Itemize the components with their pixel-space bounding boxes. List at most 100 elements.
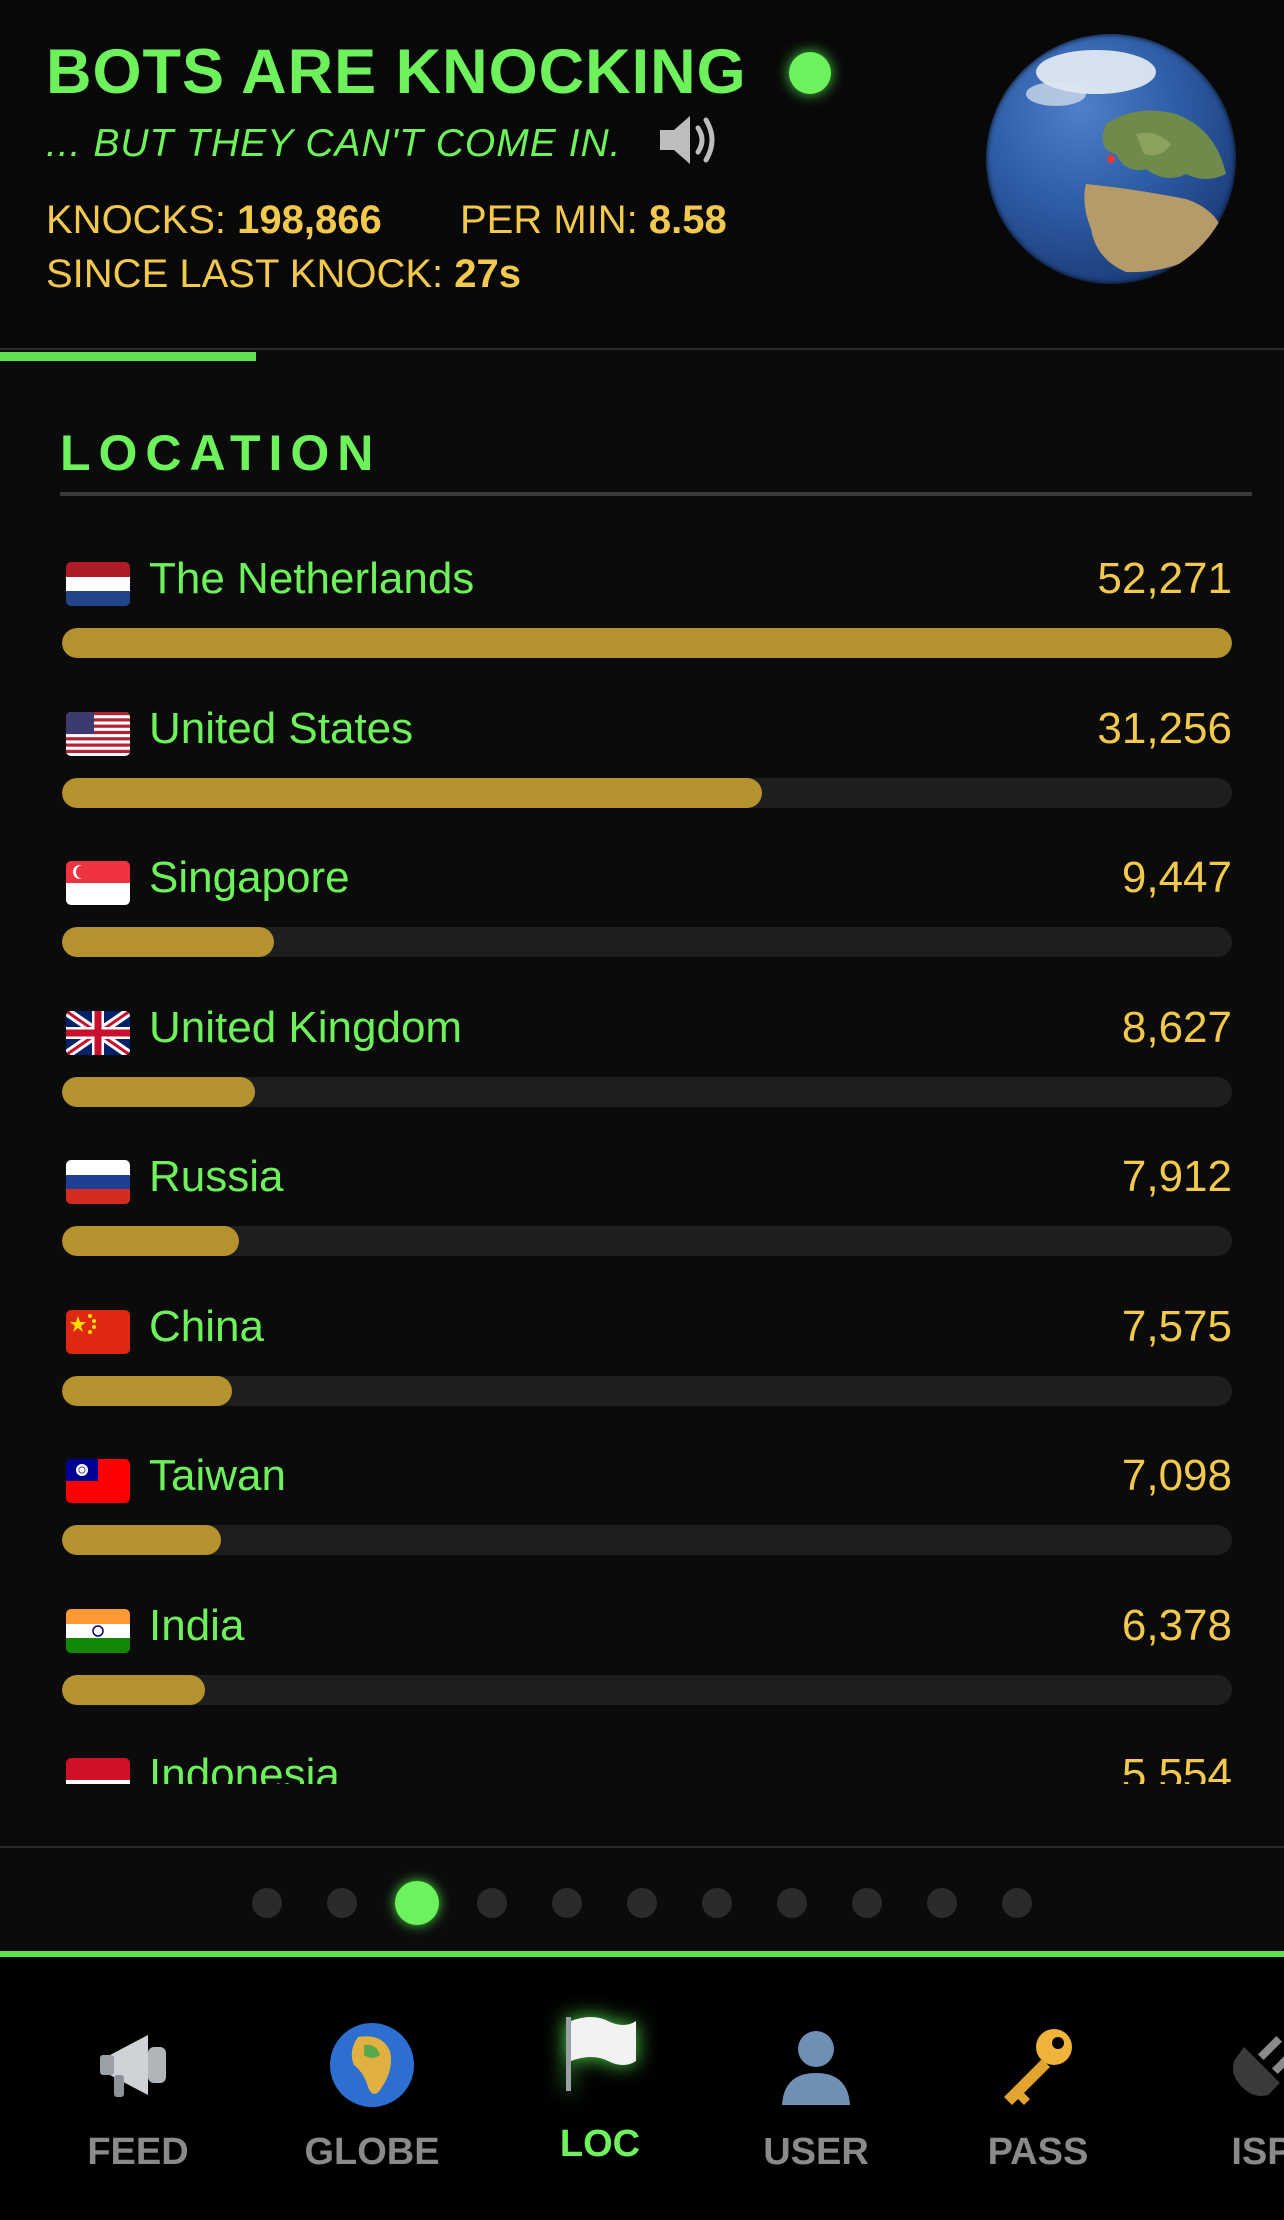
live-status-dot bbox=[789, 52, 831, 94]
country-name: Taiwan bbox=[149, 1451, 286, 1500]
tab-user[interactable]: USER bbox=[716, 1957, 916, 2220]
location-row[interactable]: Taiwan 7,098 bbox=[0, 1437, 1284, 1587]
knock-count: 7,575 bbox=[1121, 1301, 1232, 1351]
tab-label: FEED bbox=[87, 2131, 189, 2173]
page-dot[interactable] bbox=[627, 1888, 657, 1918]
knock-count: 31,256 bbox=[1097, 703, 1232, 753]
knocks-value: 198,866 bbox=[237, 198, 382, 242]
megaphone-icon bbox=[90, 2017, 186, 2113]
knock-count: 9,447 bbox=[1121, 853, 1232, 902]
country-name: Russia bbox=[149, 1152, 284, 1201]
per-min-value: 8.58 bbox=[648, 198, 727, 242]
tab-loc[interactable]: LOC bbox=[500, 1957, 700, 2220]
tab-isp[interactable]: ISP bbox=[1162, 1957, 1284, 2220]
page-dot[interactable] bbox=[552, 1888, 582, 1918]
share-bar-track bbox=[62, 1076, 1232, 1107]
plug-icon bbox=[1214, 2017, 1284, 2113]
share-bar-track bbox=[62, 1674, 1232, 1705]
knock-count: 7,098 bbox=[1121, 1451, 1232, 1500]
tab-label: PASS bbox=[987, 2131, 1089, 2173]
since-label: SINCE LAST KNOCK: bbox=[46, 252, 444, 296]
knock-count: 6,378 bbox=[1121, 1600, 1232, 1650]
tab-label: LOC bbox=[559, 2123, 641, 2165]
location-row[interactable]: Indonesia 5,554 bbox=[0, 1736, 1284, 1784]
globe-africa-icon bbox=[324, 2017, 420, 2113]
netherlands-flag-icon bbox=[66, 562, 130, 606]
country-name: The Netherlands bbox=[149, 554, 475, 603]
location-row[interactable]: Singapore 9,447 bbox=[0, 839, 1284, 989]
share-bar-fill bbox=[62, 1076, 256, 1107]
country-name: United Kingdom bbox=[149, 1002, 463, 1052]
tab-label: ISP bbox=[1231, 2131, 1284, 2173]
page-dot[interactable] bbox=[477, 1888, 507, 1918]
singapore-flag-icon bbox=[66, 861, 130, 905]
key-icon bbox=[990, 2017, 1086, 2113]
share-bar-track bbox=[62, 777, 1232, 808]
list-divider bbox=[0, 1846, 1284, 1848]
knocks-stat: KNOCKS: 198,866 bbox=[46, 198, 382, 243]
share-bar-fill bbox=[62, 628, 1232, 658]
share-bar-track bbox=[62, 1226, 1232, 1256]
knocks-label: KNOCKS: bbox=[46, 198, 227, 242]
india-flag-icon bbox=[66, 1608, 130, 1653]
section-divider bbox=[60, 492, 1252, 496]
russia-flag-icon bbox=[66, 1160, 130, 1204]
tab-globe[interactable]: GLOBE bbox=[272, 1957, 472, 2220]
per-min-stat: PER MIN: 8.58 bbox=[460, 198, 727, 243]
united-states-flag-icon bbox=[66, 711, 130, 756]
app-subtitle: ... BUT THEY CAN'T COME IN. bbox=[46, 122, 622, 165]
country-name: United States bbox=[149, 703, 414, 753]
location-row[interactable]: India 6,378 bbox=[0, 1587, 1284, 1737]
share-bar-fill bbox=[62, 777, 762, 808]
knock-count: 7,912 bbox=[1121, 1152, 1232, 1201]
section-title: LOCATION bbox=[60, 425, 382, 481]
since-value: 27s bbox=[454, 252, 522, 296]
page-dot[interactable] bbox=[327, 1888, 357, 1918]
page-dot[interactable] bbox=[852, 1888, 882, 1918]
globe-europe-icon[interactable] bbox=[986, 34, 1236, 284]
country-name: China bbox=[149, 1301, 264, 1351]
tab-pass[interactable]: PASS bbox=[938, 1957, 1138, 2220]
location-row[interactable]: The Netherlands 52,271 bbox=[0, 540, 1284, 690]
location-row[interactable]: United Kingdom 8,627 bbox=[0, 989, 1284, 1139]
per-min-label: PER MIN: bbox=[460, 198, 638, 242]
location-row[interactable]: Russia 7,912 bbox=[0, 1138, 1284, 1288]
country-name: India bbox=[149, 1600, 245, 1650]
tab-bar: FEED GLOBE LOC USER PASS ISP bbox=[0, 1957, 1284, 2220]
tab-feed[interactable]: FEED bbox=[38, 1957, 238, 2220]
white-flag-icon bbox=[552, 2005, 648, 2101]
share-bar-fill bbox=[62, 927, 274, 957]
location-list[interactable]: The Netherlands 52,271 United States 31,256… bbox=[0, 540, 1284, 1784]
header-divider bbox=[0, 348, 1284, 350]
page-dot[interactable] bbox=[1002, 1888, 1032, 1918]
country-name: Singapore bbox=[149, 853, 350, 902]
location-row[interactable]: China 7,575 bbox=[0, 1288, 1284, 1438]
page-indicator[interactable] bbox=[0, 1870, 1284, 1930]
taiwan-flag-icon bbox=[66, 1459, 130, 1503]
share-bar-fill bbox=[62, 1525, 222, 1555]
knock-count: 52,271 bbox=[1097, 554, 1232, 603]
location-row[interactable]: United States 31,256 bbox=[0, 690, 1284, 840]
indonesia-flag-icon bbox=[66, 1758, 130, 1784]
china-flag-icon bbox=[66, 1309, 130, 1354]
country-name: Indonesia bbox=[149, 1750, 340, 1784]
share-bar-fill bbox=[62, 1674, 205, 1705]
speaker-icon[interactable] bbox=[656, 110, 720, 170]
app-title: BOTS ARE KNOCKING bbox=[46, 37, 747, 107]
share-bar-fill bbox=[62, 1375, 232, 1406]
share-bar-track bbox=[62, 1525, 1232, 1555]
page-dot-active[interactable] bbox=[395, 1881, 439, 1925]
page-dot[interactable] bbox=[252, 1888, 282, 1918]
united-kingdom-flag-icon bbox=[66, 1010, 130, 1055]
header: BOTS ARE KNOCKING ... BUT THEY CAN'T COM… bbox=[0, 0, 1284, 350]
knock-count: 5,554 bbox=[1121, 1750, 1232, 1784]
user-silhouette-icon bbox=[768, 2017, 864, 2113]
scroll-progress-indicator bbox=[0, 352, 256, 361]
since-last-knock-stat: SINCE LAST KNOCK: 27s bbox=[46, 252, 521, 297]
tab-label: GLOBE bbox=[304, 2131, 440, 2173]
page-dot[interactable] bbox=[927, 1888, 957, 1918]
page-dot[interactable] bbox=[702, 1888, 732, 1918]
page-dot[interactable] bbox=[777, 1888, 807, 1918]
share-bar-track bbox=[62, 628, 1232, 658]
share-bar-track bbox=[62, 927, 1232, 957]
